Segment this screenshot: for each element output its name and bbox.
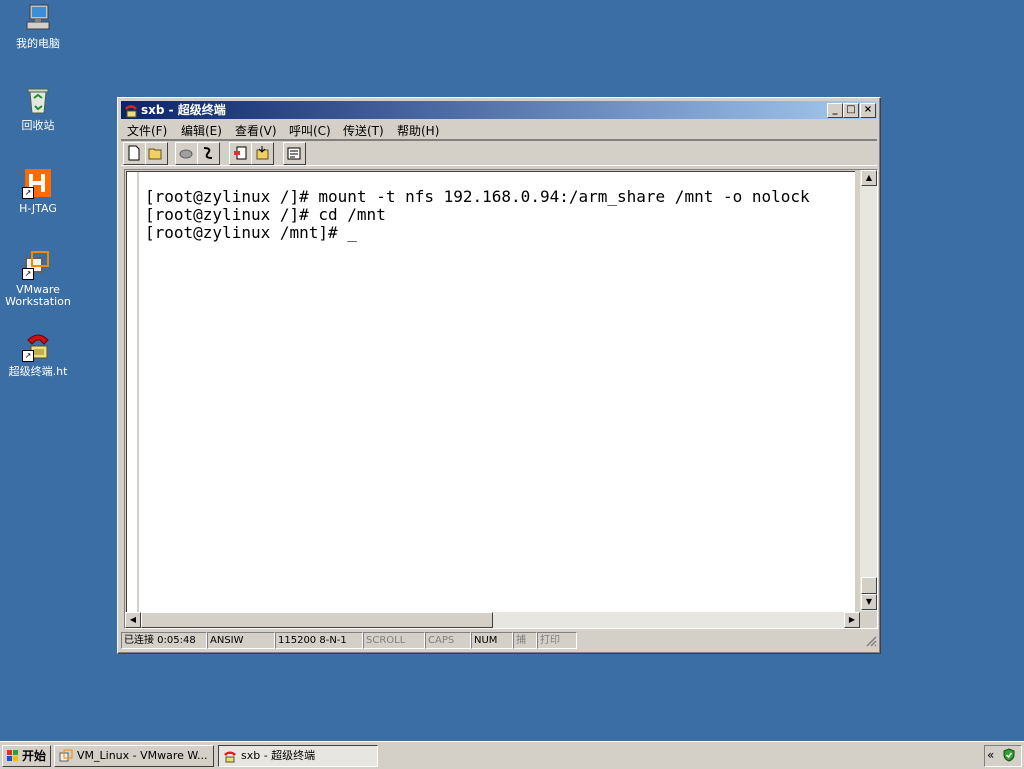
taskbar-item-label: sxb - 超级终端 bbox=[241, 749, 316, 762]
desktop-icon-my-computer[interactable]: 我的电脑 bbox=[0, 2, 76, 50]
taskbar-item-vmware[interactable]: VM_Linux - VMware W... bbox=[54, 745, 214, 767]
desktop-icon-label: 回收站 bbox=[21, 119, 55, 132]
taskbar-item-label: VM_Linux - VMware W... bbox=[77, 749, 208, 762]
horizontal-scroll-thumb[interactable] bbox=[141, 612, 493, 628]
my-computer-icon bbox=[22, 2, 54, 34]
desktop-icon-label: 超级终端.ht bbox=[8, 365, 68, 378]
receive-icon bbox=[256, 146, 269, 160]
desktop-icon-recycle-bin[interactable]: 回收站 bbox=[0, 84, 76, 132]
horizontal-scrollbar[interactable]: ◀ ▶ bbox=[125, 612, 860, 628]
maximize-button[interactable]: □ bbox=[843, 103, 859, 118]
close-button[interactable]: × bbox=[860, 103, 876, 118]
window-title: sxb - 超级终端 bbox=[141, 103, 226, 117]
terminal-screen[interactable]: [root@zylinux /]# mount -t nfs 192.168.0… bbox=[126, 171, 855, 612]
vmware-icon: ↗ bbox=[22, 248, 54, 280]
menu-file[interactable]: 文件(F) bbox=[127, 122, 167, 139]
new-file-button[interactable] bbox=[123, 142, 146, 165]
properties-button[interactable] bbox=[283, 142, 306, 165]
desktop-icon-label: H-JTAG bbox=[19, 202, 57, 215]
security-shield-icon[interactable] bbox=[1002, 748, 1016, 762]
hyperterminal-phone-icon bbox=[224, 751, 236, 763]
open-folder-icon bbox=[148, 148, 162, 160]
menu-bar: 文件(F) 编辑(E) 查看(V) 呼叫(C) 传送(T) 帮助(H) bbox=[121, 120, 877, 138]
minimize-button[interactable]: _ bbox=[827, 103, 843, 118]
windows-logo-icon bbox=[7, 750, 18, 761]
desktop-icon-label: VMware Workstation bbox=[5, 283, 71, 308]
desktop-icon-label: 我的电脑 bbox=[16, 37, 60, 50]
menu-call[interactable]: 呼叫(C) bbox=[289, 122, 331, 139]
scroll-up-arrow-icon[interactable]: ▲ bbox=[861, 170, 877, 186]
menu-transfer[interactable]: 传送(T) bbox=[343, 122, 384, 139]
status-print: 打印 bbox=[537, 632, 577, 649]
status-emulation: ANSIW bbox=[207, 632, 275, 649]
hyperterminal-phone-icon: ↗ bbox=[22, 330, 54, 362]
scroll-left-arrow-icon[interactable]: ◀ bbox=[125, 612, 141, 628]
terminal-frame: [root@zylinux /]# mount -t nfs 192.168.0… bbox=[124, 169, 878, 629]
taskbar-item-hyperterminal[interactable]: sxb - 超级终端 bbox=[218, 745, 378, 767]
send-button[interactable] bbox=[229, 142, 252, 165]
vertical-scroll-thumb[interactable] bbox=[861, 577, 877, 594]
status-connected: 已连接 0:05:48 bbox=[121, 632, 207, 649]
shortcut-arrow-icon: ↗ bbox=[22, 187, 34, 199]
system-tray: « bbox=[984, 745, 1022, 767]
call-icon bbox=[179, 149, 193, 159]
desktop-icon-hyperterminal[interactable]: ↗ 超级终端.ht bbox=[0, 330, 76, 378]
status-scroll: SCROLL bbox=[363, 632, 425, 649]
scroll-down-arrow-icon[interactable]: ▼ bbox=[861, 594, 877, 610]
vmware-icon bbox=[59, 749, 73, 762]
status-port-settings: 115200 8-N-1 bbox=[275, 632, 363, 649]
desktop-icon-h-jtag[interactable]: ↗ H-JTAG bbox=[0, 167, 76, 215]
h-jtag-icon: ↗ bbox=[22, 167, 54, 199]
hyperterminal-phone-icon bbox=[123, 102, 139, 118]
status-bar: 已连接 0:05:48 ANSIW 115200 8-N-1 SCROLL CA… bbox=[121, 631, 877, 649]
start-label: 开始 bbox=[22, 749, 47, 763]
menu-edit[interactable]: 编辑(E) bbox=[181, 122, 222, 139]
disconnect-icon bbox=[203, 147, 213, 159]
scroll-right-arrow-icon[interactable]: ▶ bbox=[844, 612, 860, 628]
title-bar[interactable]: sxb - 超级终端 _ □ × bbox=[121, 101, 877, 119]
disconnect-button[interactable] bbox=[197, 142, 220, 165]
status-caps: CAPS bbox=[425, 632, 471, 649]
vertical-scrollbar[interactable]: ▲ ▼ bbox=[860, 170, 877, 611]
receive-button[interactable] bbox=[251, 142, 274, 165]
new-file-icon bbox=[128, 145, 140, 161]
properties-icon bbox=[287, 147, 301, 160]
shortcut-arrow-icon: ↗ bbox=[22, 350, 34, 362]
menu-view[interactable]: 查看(V) bbox=[235, 122, 277, 139]
terminal-output: [root@zylinux /]# mount -t nfs 192.168.0… bbox=[145, 187, 810, 242]
tray-expand-button[interactable]: « bbox=[987, 748, 994, 762]
start-button[interactable]: 开始 bbox=[2, 745, 51, 767]
send-icon bbox=[234, 146, 247, 160]
taskbar: 开始 VM_Linux - VMware W... sxb - 超级终端 « bbox=[0, 741, 1024, 769]
hyperterminal-window: sxb - 超级终端 _ □ × 文件(F) 编辑(E) 查看(V) 呼叫(C)… bbox=[117, 97, 881, 654]
call-button[interactable] bbox=[175, 142, 198, 165]
open-folder-button[interactable] bbox=[145, 142, 168, 165]
status-capture: 捕 bbox=[513, 632, 537, 649]
resize-grip-icon[interactable] bbox=[865, 635, 877, 647]
toolbar bbox=[121, 139, 877, 166]
desktop-icon-vmware[interactable]: ↗ VMware Workstation bbox=[0, 248, 76, 308]
recycle-bin-icon bbox=[22, 84, 54, 116]
shortcut-arrow-icon: ↗ bbox=[22, 268, 34, 280]
status-num: NUM bbox=[471, 632, 513, 649]
menu-help[interactable]: 帮助(H) bbox=[397, 122, 439, 139]
